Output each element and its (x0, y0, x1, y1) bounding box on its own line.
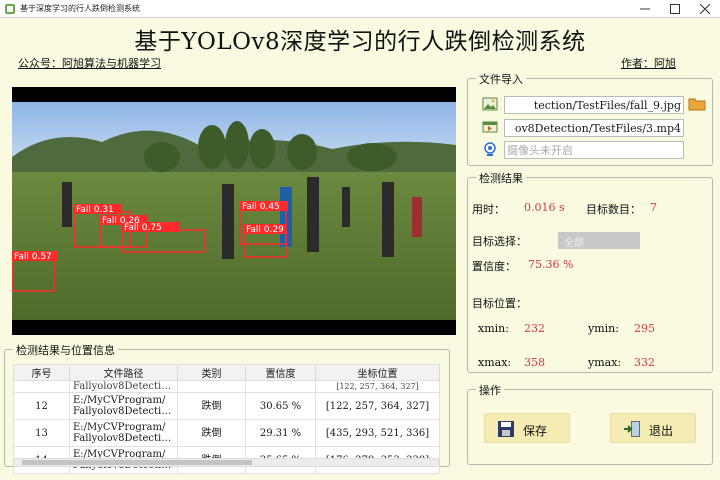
cell-path: E:/MyCVProgram/Fallyolov8Detecti… (69, 392, 178, 420)
header-path[interactable]: 文件路径 (69, 364, 178, 381)
count-value: 7 (650, 201, 657, 214)
detection-label: Fall 0.29 (246, 225, 284, 235)
time-label: 用时： (472, 203, 505, 216)
scrollbar-thumb[interactable] (22, 460, 252, 465)
detection-label: Fall 0.45 (242, 202, 280, 212)
table-horizontal-scrollbar[interactable] (13, 458, 439, 467)
header-index[interactable]: 序号 (13, 364, 70, 381)
cell-coords: [122, 257, 364, 327] (315, 380, 440, 393)
header-class[interactable]: 类别 (177, 364, 246, 381)
window-titlebar: 基于深度学习的行人跌倒检测系统 (0, 0, 720, 18)
header-confidence[interactable]: 置信度 (245, 364, 316, 381)
file-import-legend: 文件导入 (476, 71, 526, 87)
video-frame: Fall 0.31 Fall 0.26 Fall 0.75 Fall 0.45 … (12, 87, 456, 335)
camera-status-field[interactable]: 摄像头未开启 (504, 141, 684, 159)
detection-results-legend: 检测结果 (476, 170, 526, 186)
detection-label: Fall 0.57 (14, 252, 52, 262)
video-display: Fall 0.31 Fall 0.26 Fall 0.75 Fall 0.45 … (12, 87, 456, 335)
target-select-label: 目标选择： (472, 235, 527, 248)
maximize-button[interactable] (660, 0, 690, 18)
save-button[interactable]: 保存 (484, 413, 570, 443)
results-table-legend: 检测结果与位置信息 (13, 342, 118, 358)
xmax-value: 358 (524, 356, 545, 369)
cell-coords: [122, 257, 364, 327] (315, 392, 440, 420)
target-select[interactable]: 全部 (558, 232, 640, 249)
cell-class: 跌倒 (177, 392, 246, 420)
camera-icon[interactable] (482, 141, 498, 157)
minimize-button[interactable] (630, 0, 660, 18)
cell-class: 跌倒 (177, 419, 246, 447)
exit-button[interactable]: 退出 (610, 413, 696, 443)
ymin-label: ymin: (588, 322, 619, 335)
file-import-group: 文件导入 tection/TestFiles/fall_9.jpg ov8Det… (467, 71, 713, 166)
image-path-field[interactable]: tection/TestFiles/fall_9.jpg (504, 96, 684, 114)
detection-label: Fall 0.75 (124, 223, 162, 233)
detection-results-group: 检测结果 用时： 0.016 s 目标数目： 7 目标选择： 全部 置信度： 7… (467, 170, 713, 373)
cell-path: E:/MyCVProgram/Fallyolov8Detecti… (69, 419, 178, 447)
maximize-icon (670, 4, 680, 14)
save-label: 保存 (523, 424, 548, 438)
confidence-label: 置信度： (472, 260, 516, 273)
position-label: 目标位置： (472, 297, 527, 310)
close-icon (700, 4, 710, 14)
exit-icon (624, 421, 640, 437)
page-title: 基于YOLOv8深度学习的行人跌倒检测系统 (134, 29, 586, 55)
xmax-label: xmax: (478, 356, 512, 369)
video-path-field[interactable]: ov8Detection/TestFiles/3.mp4 (504, 119, 684, 137)
actions-group: 操作 保存 退出 (467, 382, 713, 465)
folder-icon[interactable] (688, 96, 706, 112)
video-icon[interactable] (482, 119, 498, 135)
save-icon (498, 421, 514, 437)
ymax-label: ymax: (588, 356, 622, 369)
camera-row: 摄像头未开启 (482, 141, 684, 159)
exit-label: 退出 (649, 424, 674, 438)
actions-legend: 操作 (476, 382, 504, 398)
confidence-value: 75.36 % (528, 258, 574, 271)
table-row[interactable]: Fallyolov8Detecti… [122, 257, 364, 327] (13, 380, 440, 393)
close-button[interactable] (690, 0, 720, 18)
image-icon[interactable] (482, 96, 498, 112)
cell-confidence: 29.31 % (245, 419, 316, 447)
cell-index: 12 (13, 392, 70, 420)
video-file-row: ov8Detection/TestFiles/3.mp4 (482, 119, 684, 137)
image-file-row: tection/TestFiles/fall_9.jpg (482, 96, 706, 114)
time-value: 0.016 s (524, 201, 565, 214)
minimize-icon (640, 8, 650, 10)
count-label: 目标数目： (586, 203, 641, 216)
cell-confidence: 30.65 % (245, 392, 316, 420)
table-header-row: 序号 文件路径 类别 置信度 坐标位置 (13, 364, 440, 381)
cell-coords: [435, 293, 521, 336] (315, 419, 440, 447)
xmin-value: 232 (524, 322, 545, 335)
ymin-value: 295 (634, 322, 655, 335)
header-coords[interactable]: 坐标位置 (315, 364, 440, 381)
author-caption: 作者：阿旭 (621, 57, 676, 70)
wechat-caption: 公众号：阿旭算法与机器学习 (18, 57, 161, 70)
detection-label: Fall 0.31 (76, 205, 114, 215)
ymax-value: 332 (634, 356, 655, 369)
app-icon (5, 4, 15, 14)
cell-index: 13 (13, 419, 70, 447)
results-table-group: 检测结果与位置信息 序号 文件路径 类别 置信度 坐标位置 Fallyolov8… (4, 342, 450, 474)
window-title: 基于深度学习的行人跌倒检测系统 (20, 4, 140, 13)
xmin-label: xmin: (478, 322, 509, 335)
table-row[interactable]: 12 E:/MyCVProgram/Fallyolov8Detecti… 跌倒 … (13, 392, 440, 420)
cell-path: Fallyolov8Detecti… (69, 380, 178, 393)
table-row[interactable]: 13 E:/MyCVProgram/Fallyolov8Detecti… 跌倒 … (13, 419, 440, 447)
